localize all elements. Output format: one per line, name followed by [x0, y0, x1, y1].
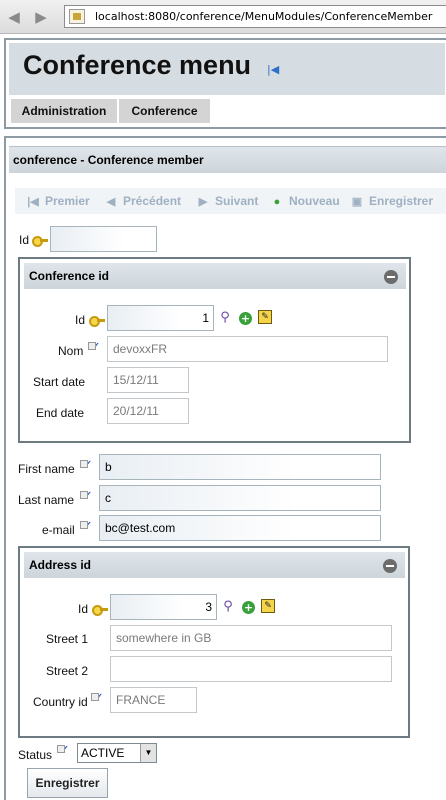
address-bar[interactable]: localhost:8080/conference/MenuModules/Co… — [64, 5, 446, 28]
add-icon[interactable]: + — [242, 601, 255, 614]
status-select[interactable]: ACTIVE ▼ — [77, 743, 157, 763]
country-id-label: Country id — [33, 695, 88, 709]
next-icon: ▶ — [198, 196, 208, 208]
page-favicon-icon — [69, 9, 85, 24]
end-date-label: End date — [36, 406, 85, 420]
first-record-icon[interactable]: |◀ — [267, 63, 281, 77]
browser-toolbar: ◀ ▶ localhost:8080/conference/MenuModule… — [0, 0, 446, 34]
id-label: Id — [19, 233, 30, 247]
key-icon — [92, 604, 108, 616]
first-name-label: First name — [18, 462, 75, 476]
required-check-icon: ✓ — [88, 341, 105, 355]
status-value: ACTIVE — [81, 746, 125, 760]
address-id-label: Id — [78, 602, 89, 616]
conference-id-label: Id — [75, 313, 86, 327]
required-check-icon: ✓ — [80, 459, 97, 473]
collapse-icon[interactable] — [383, 559, 397, 573]
email-field[interactable]: bc@test.com — [99, 515, 381, 541]
forward-arrow-icon[interactable]: ▶ — [33, 9, 49, 25]
last-name-label: Last name — [18, 493, 75, 507]
street1-field[interactable]: somewhere in GB — [110, 625, 392, 651]
nom-label: Nom — [58, 344, 84, 358]
status-label: Status — [18, 748, 53, 762]
page-title: Conference menu — [23, 50, 252, 80]
edit-icon[interactable]: ✎ — [261, 599, 275, 613]
section-title: conference - Conference member — [9, 146, 446, 173]
key-icon — [32, 235, 48, 247]
new-label: Nouveau — [289, 194, 340, 208]
email-label: e-mail — [42, 523, 75, 537]
save-disk-icon: ▣ — [351, 196, 363, 208]
record-toolbar: |◀ Premier ◀ Précédent ▶ Suivant ● Nouveau ▣… — [15, 188, 446, 214]
last-name-field[interactable]: c — [99, 485, 381, 511]
search-icon[interactable]: ⚲ — [217, 310, 233, 326]
first-icon: |◀ — [27, 196, 39, 208]
first-name-field[interactable]: b — [99, 454, 381, 480]
next-button[interactable]: ▶ Suivant — [195, 188, 259, 214]
first-label: Premier — [45, 194, 90, 208]
previous-icon: ◀ — [106, 196, 116, 208]
add-icon: ● — [273, 196, 281, 208]
start-date-field[interactable]: 15/12/11 — [107, 367, 189, 393]
back-arrow-icon[interactable]: ◀ — [6, 9, 22, 25]
new-button[interactable]: ● Nouveau — [269, 188, 340, 214]
chevron-down-icon[interactable]: ▼ — [140, 744, 156, 762]
required-check-icon: ✓ — [80, 490, 97, 504]
menu-item-conference[interactable]: Conference — [119, 99, 210, 123]
previous-button[interactable]: ◀ Précédent — [103, 188, 181, 214]
street1-label: Street 1 — [46, 632, 89, 646]
save-button[interactable]: Enregistrer — [27, 768, 108, 798]
menu-item-administration[interactable]: Administration — [11, 99, 117, 123]
next-label: Suivant — [215, 194, 259, 208]
start-date-label: Start date — [33, 375, 86, 389]
save-label: Enregistrer — [369, 194, 434, 208]
street2-field[interactable] — [110, 656, 392, 682]
conference-legend: Conference id — [24, 263, 406, 289]
title-bar: Conference menu |◀ — [9, 43, 445, 95]
end-date-field[interactable]: 20/12/11 — [107, 398, 189, 424]
collapse-icon[interactable] — [384, 270, 398, 284]
save-toolbar-button[interactable]: ▣ Enregistrer — [349, 188, 433, 214]
menu-bar: Administration Conference — [9, 99, 210, 123]
header-panel: Conference menu |◀ Administration Confer… — [4, 38, 446, 129]
conference-id-field[interactable]: 1 — [107, 305, 214, 331]
key-icon — [89, 315, 105, 327]
required-check-icon: ✓ — [80, 520, 97, 534]
url-text: localhost:8080/conference/MenuModules/Co… — [95, 10, 433, 23]
add-icon[interactable]: + — [239, 312, 252, 325]
nom-field[interactable]: devoxxFR — [107, 336, 388, 362]
address-id-field[interactable]: 3 — [110, 594, 217, 620]
required-check-icon: ✓ — [57, 744, 74, 758]
id-field[interactable] — [50, 226, 157, 252]
required-check-icon: ✓ — [91, 692, 108, 706]
country-id-field[interactable]: FRANCE — [110, 687, 197, 713]
previous-label: Précédent — [123, 194, 182, 208]
search-icon[interactable]: ⚲ — [220, 599, 236, 615]
address-legend: Address id — [24, 552, 405, 578]
edit-icon[interactable]: ✎ — [258, 310, 272, 324]
first-button[interactable]: |◀ Premier — [25, 188, 90, 214]
street2-label: Street 2 — [46, 664, 89, 678]
